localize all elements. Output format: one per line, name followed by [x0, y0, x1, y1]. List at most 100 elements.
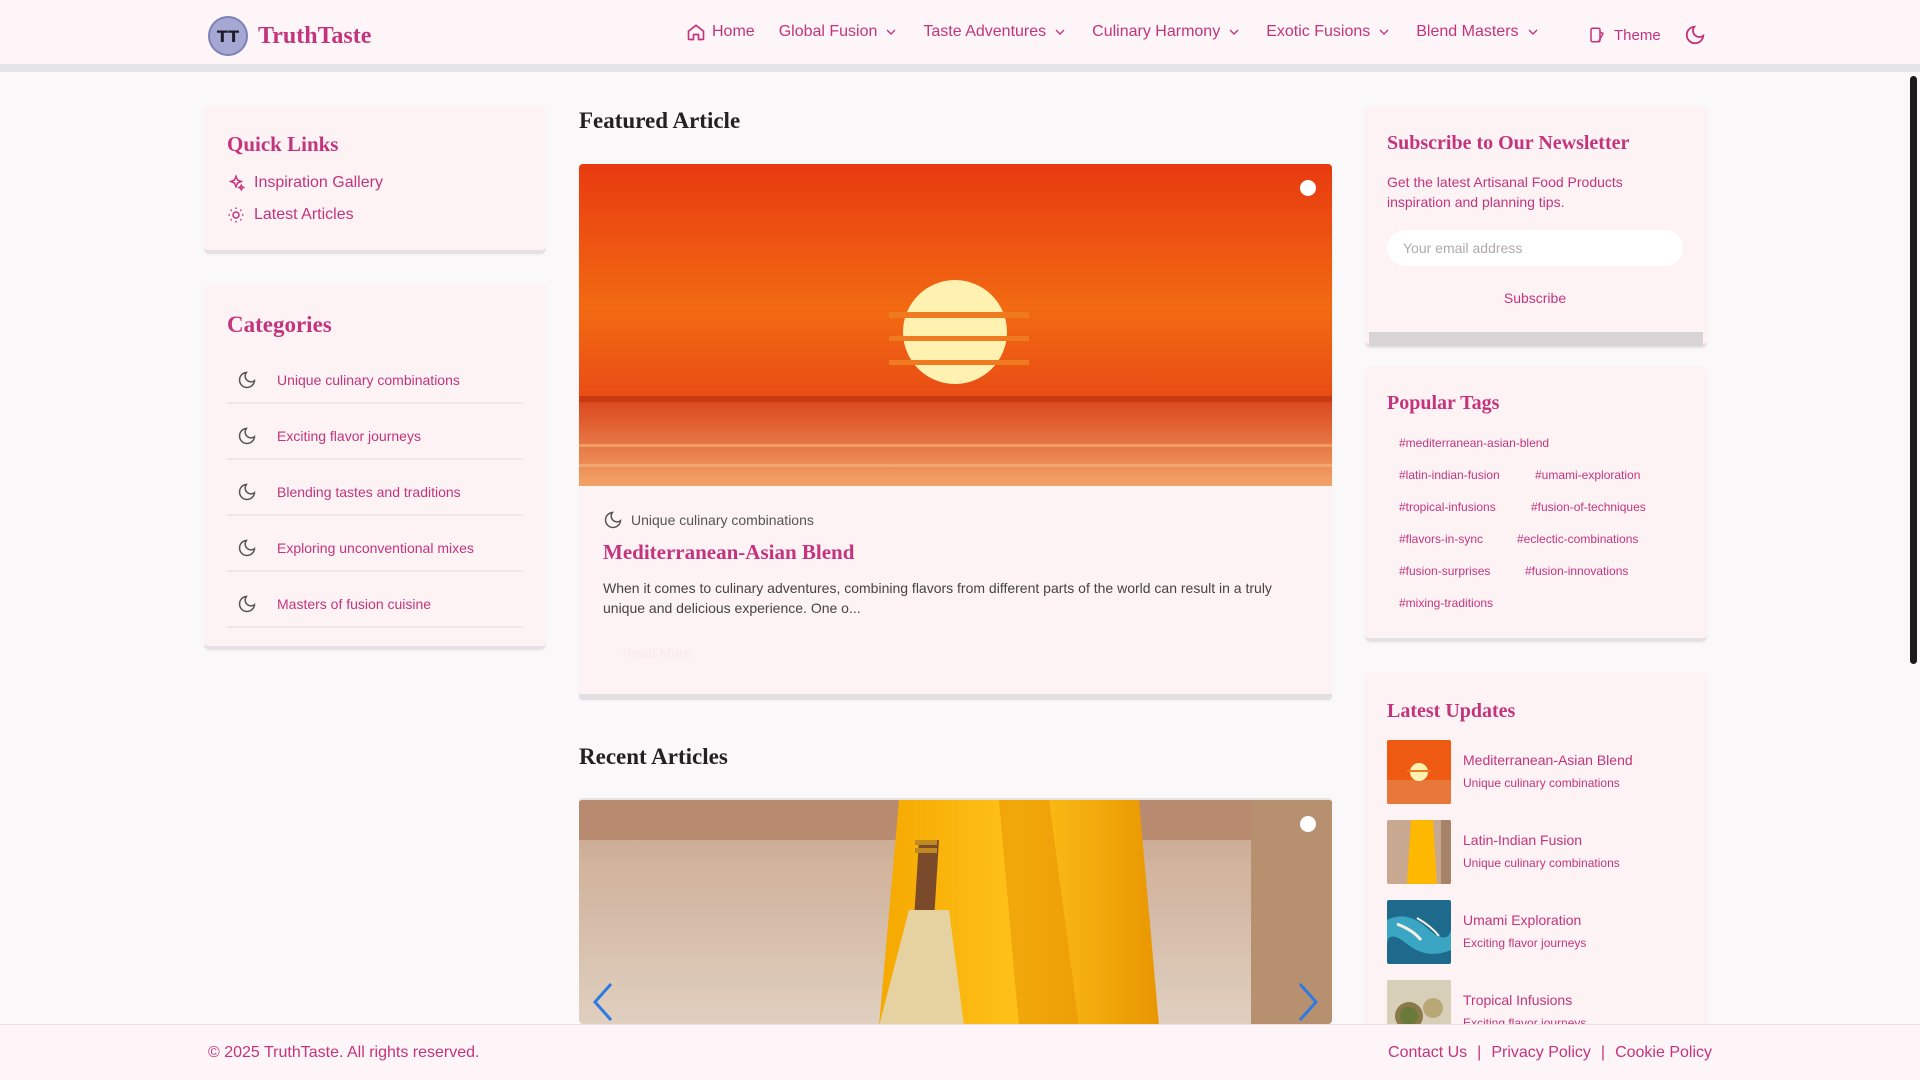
category-label: Unique culinary combinations: [277, 372, 460, 388]
recent-articles-carousel[interactable]: [579, 798, 1332, 1024]
footer-separator: |: [1477, 1044, 1482, 1061]
tag-link[interactable]: #mediterranean-asian-blend: [1399, 436, 1549, 450]
logo-avatar[interactable]: TT: [208, 16, 248, 56]
tag-link[interactable]: #latin-indian-fusion: [1399, 468, 1500, 482]
sun-icon: [228, 207, 244, 223]
footer-separator: |: [1600, 1044, 1606, 1061]
categories-title: Categories: [227, 312, 332, 337]
update-thumbnail[interactable]: [1387, 820, 1451, 884]
moon-icon: [238, 483, 256, 501]
category-label: Masters of fusion cuisine: [277, 596, 432, 612]
cookie-policy-link[interactable]: Cookie Policy: [1615, 1044, 1712, 1062]
category-item[interactable]: Blending tastes and traditions: [227, 470, 523, 516]
moon-icon: [238, 539, 256, 557]
update-thumbnail[interactable]: [1387, 740, 1451, 804]
chevron-down-icon: [1229, 29, 1239, 35]
update-category: Unique culinary combinations: [1463, 776, 1620, 790]
chevron-down-icon: [1379, 29, 1389, 35]
moon-icon: [238, 371, 256, 389]
dark-mode-toggle[interactable]: [1684, 24, 1706, 51]
nav-label: Global Fusion: [778, 23, 878, 40]
quick-link-label: Inspiration Gallery: [254, 174, 383, 191]
featured-article-card[interactable]: Unique culinary combinations Mediterrane…: [579, 164, 1332, 700]
bookmark-dot[interactable]: [1300, 816, 1316, 832]
chevron-down-icon: [886, 29, 896, 35]
nav-exotic-fusions[interactable]: Exotic Fusions: [1266, 23, 1392, 41]
update-title[interactable]: Tropical Infusions: [1463, 992, 1572, 1008]
categories-card: Categories Unique culinary combinations …: [204, 284, 546, 650]
nav-culinary-harmony[interactable]: Culinary Harmony: [1092, 23, 1242, 41]
home-icon: [687, 24, 705, 41]
recent-section-title: Recent Articles: [579, 744, 728, 769]
moon-icon: [604, 511, 622, 529]
quick-links-title: Quick Links: [227, 132, 339, 156]
featured-category[interactable]: Unique culinary combinations: [603, 510, 814, 530]
category-item[interactable]: Unique culinary combinations: [227, 358, 523, 404]
newsletter-card: Subscribe to Our Newsletter Get the late…: [1365, 106, 1707, 348]
tag-link[interactable]: #fusion-innovations: [1525, 564, 1628, 578]
nav-label: Culinary Harmony: [1092, 23, 1221, 40]
carousel-next-arrow[interactable]: [1296, 980, 1322, 1024]
category-item[interactable]: Exciting flavor journeys: [227, 414, 523, 460]
subscribe-button[interactable]: Subscribe: [1387, 282, 1683, 314]
quick-link-latest-articles[interactable]: Latest Articles: [227, 206, 354, 224]
tag-link[interactable]: #flavors-in-sync: [1399, 532, 1483, 546]
featured-section-title: Featured Article: [579, 108, 741, 133]
copyright-text: © 2025 TruthTaste. All rights reserved.: [208, 1044, 480, 1061]
featured-article-title[interactable]: Mediterranean-Asian Blend: [603, 540, 854, 565]
featured-article-excerpt: When it comes to culinary adventures, co…: [603, 580, 1272, 616]
theme-button[interactable]: Theme: [1588, 26, 1661, 44]
carousel-prev-arrow[interactable]: [589, 980, 615, 1024]
privacy-policy-link[interactable]: Privacy Policy: [1491, 1044, 1591, 1062]
bookmark-dot[interactable]: [1300, 180, 1316, 196]
sparkles-icon: [228, 174, 245, 192]
update-thumbnail[interactable]: [1387, 900, 1451, 964]
tag-link[interactable]: #umami-exploration: [1535, 468, 1640, 482]
read-more-button[interactable]: Read More: [603, 636, 711, 670]
category-item[interactable]: Exploring unconventional mixes: [227, 526, 523, 572]
page-scrollbar[interactable]: [1910, 76, 1917, 664]
brand[interactable]: TT TruthTaste: [208, 16, 371, 56]
newsletter-title: Subscribe to Our Newsletter: [1387, 132, 1630, 154]
update-title[interactable]: Latin-Indian Fusion: [1463, 832, 1582, 848]
recent-article-image[interactable]: [579, 800, 1332, 1024]
quick-links-card: Quick Links Inspiration Gallery Latest A…: [204, 106, 546, 254]
featured-category-label: Unique culinary combinations: [631, 512, 814, 528]
nav-label: Blend Masters: [1416, 23, 1519, 40]
nav-home-label: Home: [712, 23, 755, 40]
category-label: Exploring unconventional mixes: [277, 540, 474, 556]
tag-link[interactable]: #fusion-surprises: [1399, 564, 1490, 578]
moon-icon: [238, 595, 256, 613]
brand-name[interactable]: TruthTaste: [258, 23, 371, 50]
latest-updates-title: Latest Updates: [1387, 700, 1516, 722]
tag-link[interactable]: #tropical-infusions: [1399, 500, 1496, 514]
moon-icon: [238, 427, 256, 445]
tag-link[interactable]: #mixing-traditions: [1399, 596, 1493, 610]
featured-article-image[interactable]: [579, 164, 1332, 486]
nav-label: Exotic Fusions: [1266, 23, 1371, 40]
contact-us-link[interactable]: Contact Us: [1388, 1044, 1467, 1062]
quick-link-label: Latest Articles: [254, 206, 354, 223]
moon-icon: [1685, 25, 1705, 45]
category-item[interactable]: Masters of fusion cuisine: [227, 582, 523, 628]
tag-link[interactable]: #fusion-of-techniques: [1531, 500, 1646, 514]
latest-updates-card: Latest Updates Mediterranean-Asian Blend…: [1365, 672, 1707, 1032]
chevron-down-icon: [1055, 29, 1065, 35]
nav-taste-adventures[interactable]: Taste Adventures: [923, 23, 1068, 41]
chevron-down-icon: [1528, 29, 1537, 35]
tag-link[interactable]: #eclectic-combinations: [1517, 532, 1638, 546]
update-title[interactable]: Mediterranean-Asian Blend: [1463, 752, 1633, 768]
newsletter-description: Get the latest Artisanal Food Products i…: [1387, 174, 1623, 210]
theme-label: Theme: [1614, 26, 1661, 44]
email-field[interactable]: [1387, 230, 1683, 266]
nav-blend-masters[interactable]: Blend Masters: [1416, 23, 1540, 41]
update-category: Unique culinary combinations: [1463, 856, 1620, 870]
footer-links: Contact Us | Privacy Policy | Cookie Pol…: [1388, 1044, 1712, 1062]
category-label: Blending tastes and traditions: [277, 484, 461, 500]
nav-global-fusion[interactable]: Global Fusion: [779, 23, 900, 41]
popular-tags-title: Popular Tags: [1387, 392, 1500, 414]
quick-link-inspiration-gallery[interactable]: Inspiration Gallery: [227, 174, 383, 192]
palette-icon: [1590, 27, 1605, 43]
nav-home[interactable]: Home: [686, 22, 755, 42]
update-title[interactable]: Umami Exploration: [1463, 912, 1581, 928]
